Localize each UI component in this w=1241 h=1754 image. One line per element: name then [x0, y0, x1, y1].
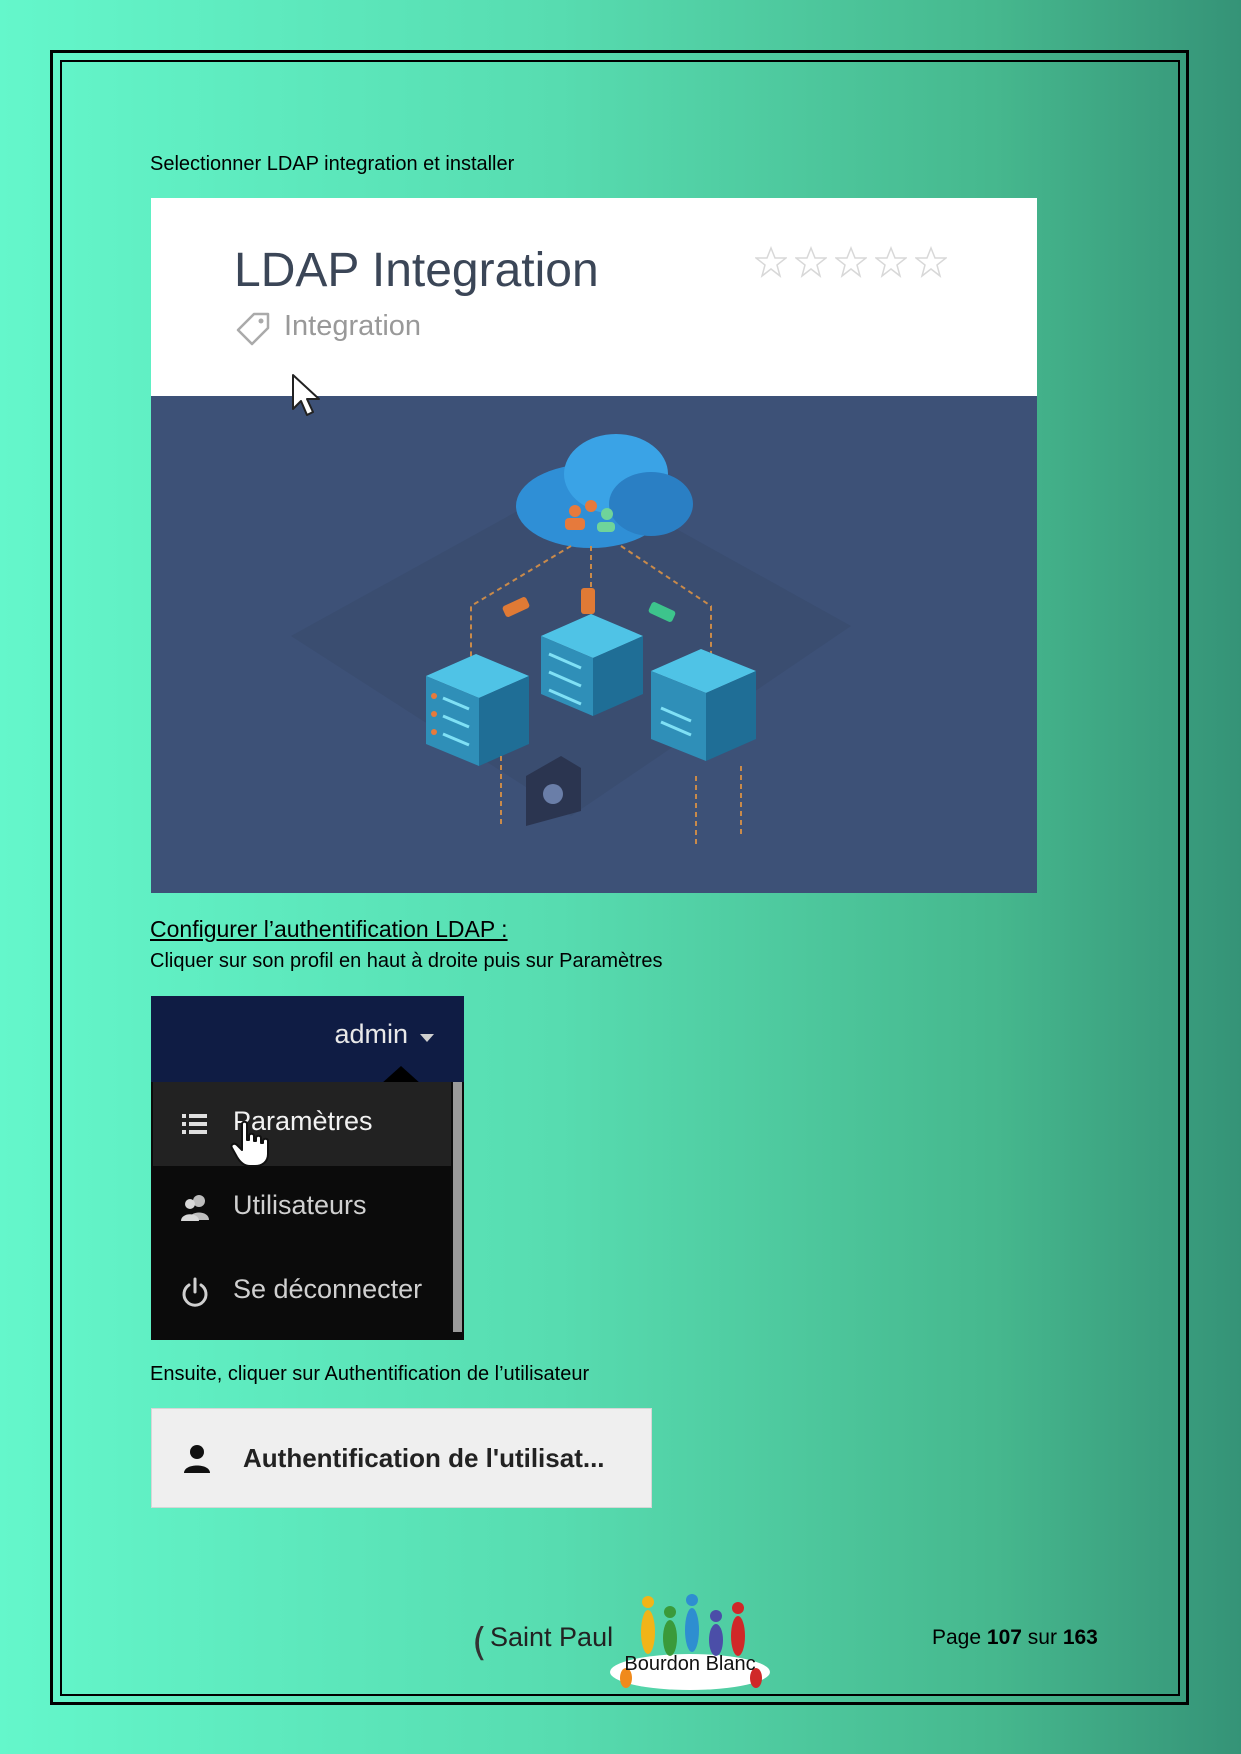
- star-icon[interactable]: [915, 246, 947, 278]
- scrollbar[interactable]: [453, 1082, 462, 1332]
- star-icon[interactable]: [755, 246, 787, 278]
- dropdown-menu: Paramètres Utilisateurs Se déconnecter: [153, 1082, 451, 1332]
- logo-text: Bourdon Blanc: [624, 1653, 755, 1675]
- user-icon: [184, 1445, 210, 1473]
- menu-item-se-deconnecter[interactable]: Se déconnecter: [153, 1250, 451, 1334]
- power-icon: [182, 1277, 208, 1307]
- menu-item-label: Se déconnecter: [233, 1274, 423, 1304]
- menu-item-parametres[interactable]: Paramètres: [153, 1082, 451, 1166]
- star-icon[interactable]: [875, 246, 907, 278]
- footer-school-name: Saint Paul: [490, 1622, 614, 1652]
- user-authentication-button[interactable]: Authentification de l'utilisat...: [151, 1408, 652, 1508]
- admin-dropdown[interactable]: admin Paramètres Utilisateurs Se déconne…: [151, 996, 464, 1340]
- star-icon[interactable]: [835, 246, 867, 278]
- hand-cursor-icon: [230, 1120, 269, 1167]
- footer-parenthesis: (: [472, 1620, 487, 1664]
- school-logo: Bourdon Blanc: [608, 1588, 772, 1699]
- tag-icon: [236, 312, 270, 346]
- ldap-card-category: Integration: [284, 310, 422, 342]
- chevron-down-icon[interactable]: [420, 1034, 434, 1042]
- menu-item-label: Utilisateurs: [233, 1190, 367, 1220]
- ldap-card-title: LDAP Integration: [234, 244, 599, 297]
- users-icon: [181, 1195, 209, 1221]
- page-number: Page 107 sur 163: [932, 1626, 1098, 1649]
- list-icon: [182, 1114, 207, 1134]
- admin-username[interactable]: admin: [334, 1019, 408, 1050]
- instruction-click-profile: Cliquer sur son profil en haut à droite …: [150, 950, 663, 972]
- section-heading-ldap-auth: Configurer l’authentification LDAP :: [150, 916, 508, 942]
- instruction-select-ldap: Selectionner LDAP integration et install…: [150, 153, 515, 175]
- star-icon[interactable]: [795, 246, 827, 278]
- auth-button-label: Authentification de l'utilisat...: [243, 1443, 605, 1473]
- server-cloud-illustration: [291, 434, 851, 846]
- menu-item-utilisateurs[interactable]: Utilisateurs: [153, 1166, 451, 1250]
- instruction-click-auth: Ensuite, cliquer sur Authentification de…: [150, 1363, 590, 1385]
- rating-stars[interactable]: [755, 246, 947, 278]
- ldap-integration-card[interactable]: LDAP Integration Integration: [151, 198, 1037, 893]
